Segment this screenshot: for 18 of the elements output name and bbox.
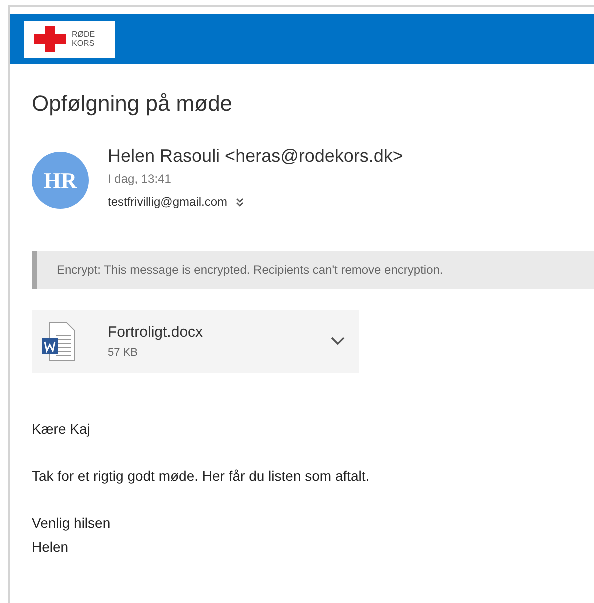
encryption-notice: Encrypt: This message is encrypted. Recipients can't remove encryption.: [32, 251, 594, 289]
logo-text: KORS: [72, 39, 96, 48]
chevron-down-icon[interactable]: [331, 337, 345, 346]
body-paragraph: Kære Kaj: [32, 420, 92, 439]
body-paragraph: Venlig hilsen Helen: [32, 514, 112, 557]
expand-icon[interactable]: [236, 198, 244, 206]
sender-name: Helen Rasouli <heras@rodekors.dk>: [108, 145, 404, 168]
document-icon: [42, 322, 76, 362]
email-subject: Opfølgning på møde: [32, 90, 234, 118]
avatar: HR: [32, 152, 89, 209]
cross-icon: [34, 26, 66, 52]
logo-text: RØDE: [72, 30, 96, 39]
file-name: Fortroligt.docx: [108, 323, 204, 343]
sent-time: I dag, 13:41: [108, 171, 172, 188]
recipient: testfrivillig@gmail.com: [108, 194, 228, 211]
body-paragraph: Tak for et rigtig godt møde. Her får du listen som aftalt.: [32, 467, 371, 486]
file-size: 57 KB: [108, 346, 139, 360]
attachment-card[interactable]: Fortroligt.docx 57 KB: [32, 310, 359, 373]
